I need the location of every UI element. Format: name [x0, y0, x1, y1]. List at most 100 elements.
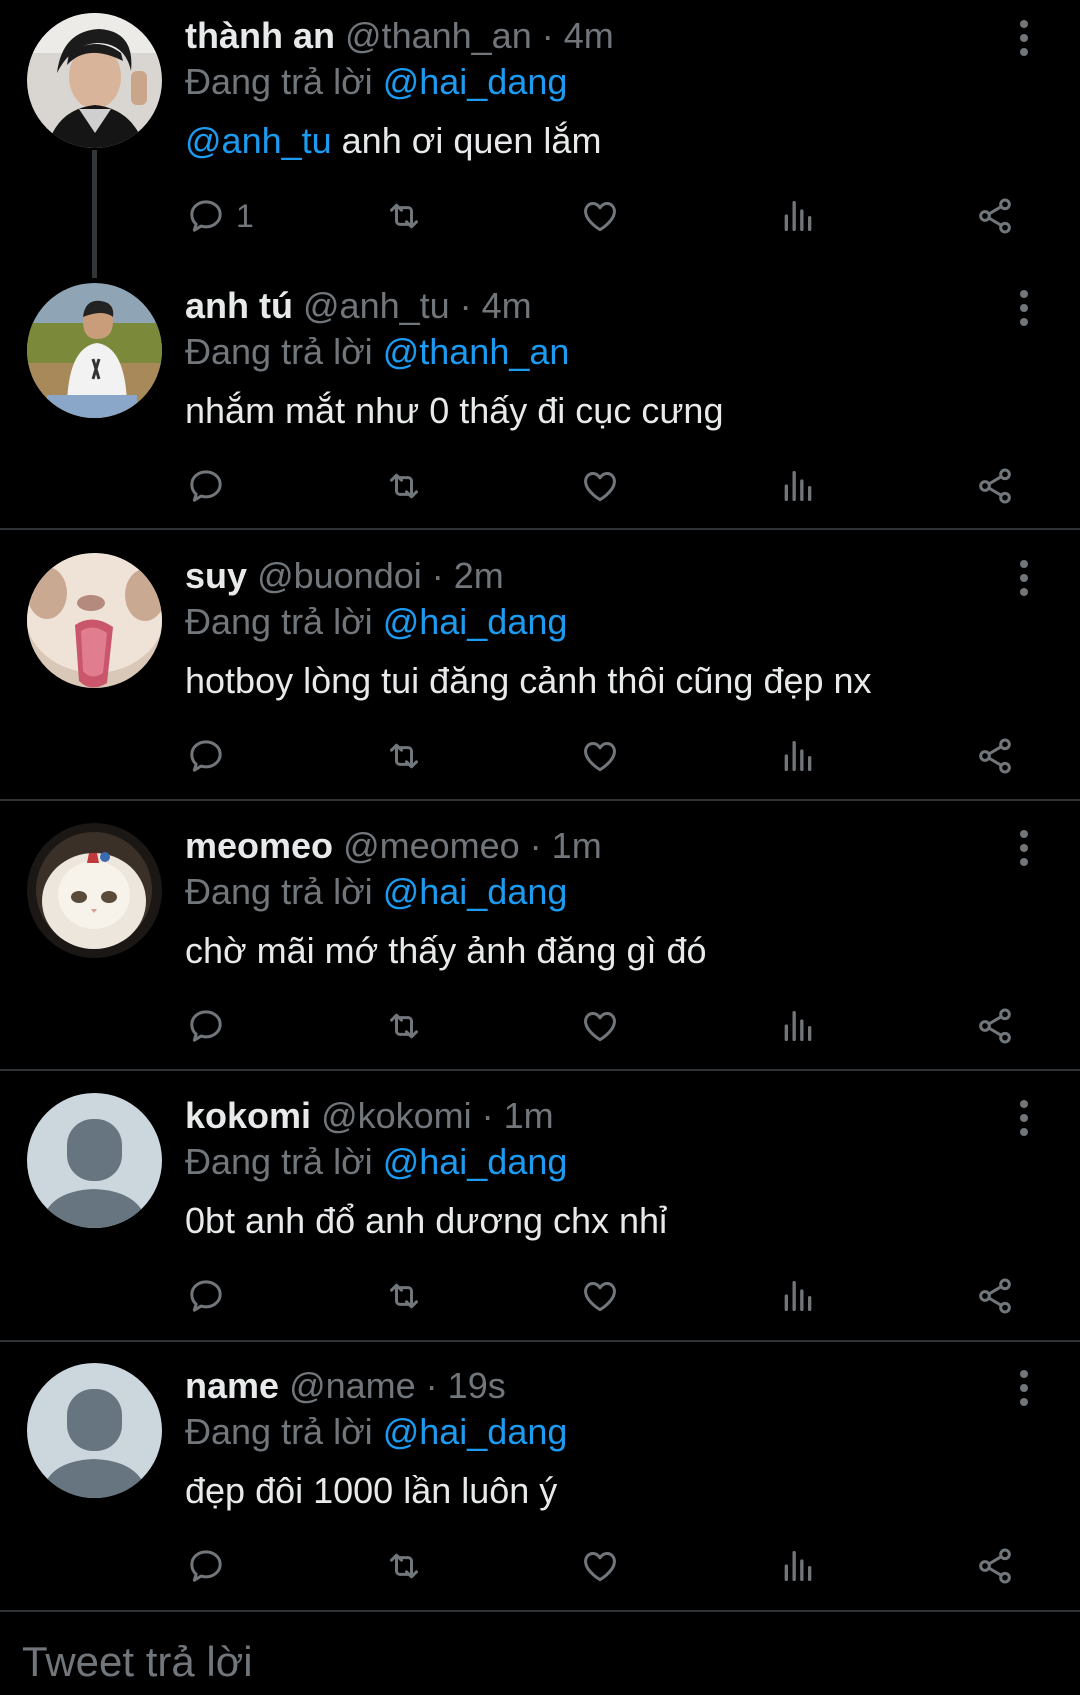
user-handle[interactable]: @name: [289, 1365, 416, 1406]
timestamp[interactable]: 2m: [454, 555, 504, 596]
mention-link[interactable]: @hai_dang: [383, 1411, 568, 1452]
avatar-photo: [27, 283, 162, 418]
mention-link[interactable]: @hai_dang: [383, 601, 568, 642]
retweet-button[interactable]: [382, 190, 426, 242]
more-options-button[interactable]: [1010, 1368, 1038, 1408]
display-name[interactable]: kokomi: [185, 1095, 311, 1136]
more-options-button[interactable]: [1010, 288, 1038, 328]
views-button[interactable]: [778, 1270, 818, 1322]
more-options-button[interactable]: [1010, 828, 1038, 868]
tweet[interactable]: name @name · 19s Đang trả lời @hai_dang …: [0, 1350, 1080, 1620]
timestamp[interactable]: 19s: [448, 1365, 506, 1406]
share-button[interactable]: [975, 1000, 1015, 1052]
share-button[interactable]: [975, 1270, 1015, 1322]
tweet[interactable]: kokomi @kokomi · 1m Đang trả lời @hai_da…: [0, 1080, 1080, 1350]
retweet-icon: [390, 1013, 418, 1039]
more-options-button[interactable]: [1010, 558, 1038, 598]
views-button[interactable]: [778, 730, 818, 782]
retweet-icon: [390, 1553, 418, 1579]
reply-input-placeholder[interactable]: Tweet trả lời: [22, 1638, 253, 1686]
views-icon: [784, 1011, 812, 1041]
share-button[interactable]: [975, 190, 1015, 242]
mention-link[interactable]: @hai_dang: [383, 1141, 568, 1182]
retweet-icon: [390, 1283, 418, 1309]
divider: [0, 1610, 1080, 1612]
avatar[interactable]: [27, 1363, 162, 1498]
default-avatar-icon: [27, 1363, 162, 1498]
timestamp[interactable]: 1m: [504, 1095, 554, 1136]
display-name[interactable]: thành an: [185, 15, 335, 56]
reply-count: 1: [236, 197, 254, 234]
more-options-button[interactable]: [1010, 18, 1038, 58]
retweet-button[interactable]: [382, 730, 426, 782]
mention-link[interactable]: @hai_dang: [383, 61, 568, 102]
tweet-header: kokomi @kokomi · 1m: [185, 1094, 554, 1138]
reply-button[interactable]: [186, 1000, 236, 1052]
reply-button[interactable]: [186, 730, 236, 782]
reply-button[interactable]: 1: [186, 190, 254, 242]
share-icon: [979, 198, 1011, 234]
tweet[interactable]: anh tú @anh_tu · 4m Đang trả lời @thanh_…: [0, 270, 1080, 540]
mention-link[interactable]: @anh_tu: [185, 120, 332, 161]
avatar-photo: [27, 823, 162, 958]
tweet-text-content: hotboy lòng tui đăng cảnh thôi cũng đẹp …: [185, 660, 872, 701]
views-button[interactable]: [778, 1540, 818, 1592]
share-button[interactable]: [975, 730, 1015, 782]
display-name[interactable]: suy: [185, 555, 247, 596]
mention-link[interactable]: @thanh_an: [383, 331, 570, 372]
avatar[interactable]: [27, 13, 162, 148]
tweet[interactable]: thành an @thanh_an · 4m Đang trả lời @ha…: [0, 0, 1080, 278]
share-button[interactable]: [975, 460, 1015, 512]
like-button[interactable]: [579, 1000, 621, 1052]
like-button[interactable]: [579, 730, 621, 782]
reply-button[interactable]: [186, 1540, 236, 1592]
like-icon: [584, 1282, 616, 1312]
user-handle[interactable]: @thanh_an: [345, 15, 532, 56]
retweet-button[interactable]: [382, 460, 426, 512]
retweet-button[interactable]: [382, 1540, 426, 1592]
timestamp[interactable]: 1m: [552, 825, 602, 866]
views-button[interactable]: [778, 190, 818, 242]
views-button[interactable]: [778, 1000, 818, 1052]
avatar[interactable]: [27, 553, 162, 688]
like-button[interactable]: [579, 1540, 621, 1592]
display-name[interactable]: anh tú: [185, 285, 293, 326]
user-handle[interactable]: @kokomi: [321, 1095, 472, 1136]
more-options-button[interactable]: [1010, 1098, 1038, 1138]
share-icon: [979, 468, 1011, 504]
replying-to: Đang trả lời @hai_dang: [185, 1140, 567, 1184]
avatar[interactable]: [27, 823, 162, 958]
views-icon: [784, 1281, 812, 1311]
replying-to: Đang trả lời @hai_dang: [185, 600, 567, 644]
like-button[interactable]: [579, 460, 621, 512]
timestamp[interactable]: 4m: [482, 285, 532, 326]
reply-button[interactable]: [186, 460, 236, 512]
mention-link[interactable]: @hai_dang: [383, 871, 568, 912]
user-handle[interactable]: @meomeo: [343, 825, 520, 866]
replying-to: Đang trả lời @thanh_an: [185, 330, 569, 374]
reply-button[interactable]: [186, 1270, 236, 1322]
timestamp[interactable]: 4m: [564, 15, 614, 56]
retweet-button[interactable]: [382, 1270, 426, 1322]
avatar[interactable]: [27, 283, 162, 418]
avatar[interactable]: [27, 1093, 162, 1228]
tweet[interactable]: meomeo @meomeo · 1m Đang trả lời @hai_da…: [0, 810, 1080, 1080]
like-button[interactable]: [579, 190, 621, 242]
tweet-text: hotboy lòng tui đăng cảnh thôi cũng đẹp …: [185, 658, 872, 704]
display-name[interactable]: meomeo: [185, 825, 333, 866]
display-name[interactable]: name: [185, 1365, 279, 1406]
tweet[interactable]: suy @buondoi · 2m Đang trả lời @hai_dang…: [0, 540, 1080, 810]
dot-separator: ·: [531, 15, 564, 56]
retweet-button[interactable]: [382, 1000, 426, 1052]
share-button[interactable]: [975, 1540, 1015, 1592]
replying-to-label: Đang trả lời: [185, 871, 373, 912]
more-options-icon: [1020, 830, 1028, 866]
retweet-icon: [390, 743, 418, 769]
views-button[interactable]: [778, 460, 818, 512]
reply-composer[interactable]: Tweet trả lời: [0, 1614, 1080, 1695]
tweet-header: anh tú @anh_tu · 4m: [185, 284, 532, 328]
tweet-actions: [0, 460, 1080, 512]
user-handle[interactable]: @buondoi: [257, 555, 422, 596]
user-handle[interactable]: @anh_tu: [303, 285, 450, 326]
like-button[interactable]: [579, 1270, 621, 1322]
